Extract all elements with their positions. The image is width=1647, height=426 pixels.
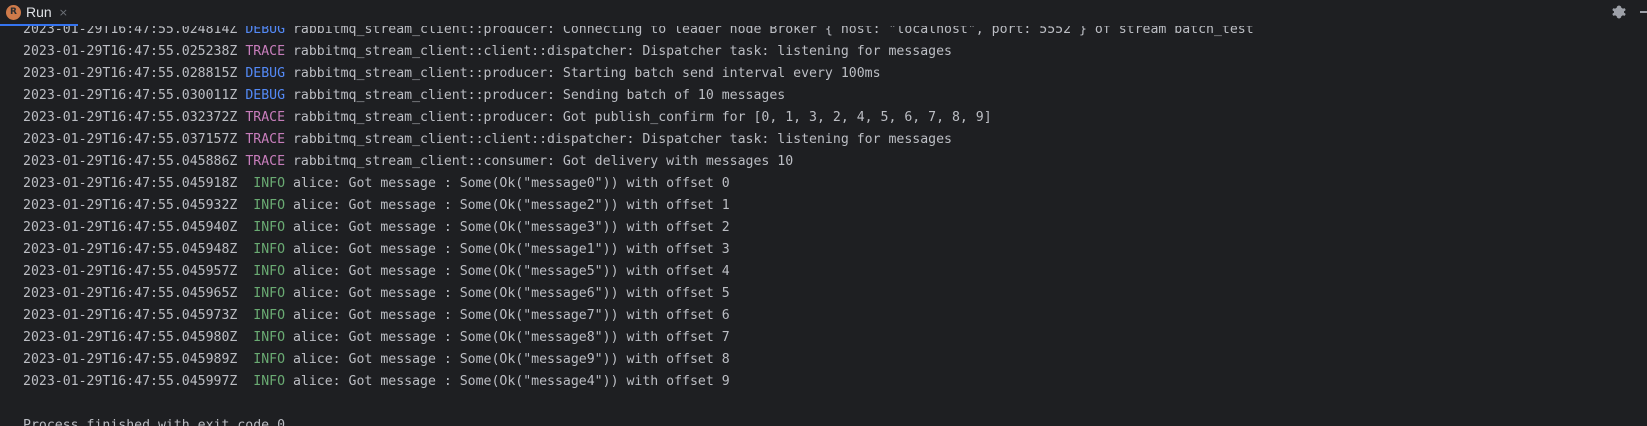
console-line: 2023-01-29T16:47:55.030011Z DEBUG rabbit…	[23, 85, 1254, 107]
console-line: 2023-01-29T16:47:55.045980Z INFO alice: …	[23, 327, 1254, 349]
log-level: INFO	[245, 330, 286, 345]
console-lines: 2023-01-29T16:47:55.024814Z DEBUG rabbit…	[23, 19, 1254, 426]
log-level: TRACE	[245, 110, 286, 125]
console-line: 2023-01-29T16:47:55.045997Z INFO alice: …	[23, 371, 1254, 393]
console-line: 2023-01-29T16:47:55.045932Z INFO alice: …	[23, 195, 1254, 217]
log-message: alice: Got message : Some(Ok("message6")…	[292, 286, 730, 301]
tab-run-label: Run	[26, 4, 52, 20]
log-message: alice: Got message : Some(Ok("message1")…	[292, 242, 730, 257]
console-line: 2023-01-29T16:47:55.032372Z TRACE rabbit…	[23, 107, 1254, 129]
log-level: INFO	[245, 264, 286, 279]
log-level: INFO	[245, 286, 286, 301]
console-line: 2023-01-29T16:47:55.028815Z DEBUG rabbit…	[23, 63, 1254, 85]
log-message: alice: Got message : Some(Ok("message9")…	[292, 352, 730, 367]
log-timestamp: 2023-01-29T16:47:55.028815Z	[23, 66, 238, 81]
tab-run[interactable]: R Run ×	[0, 0, 78, 26]
console-line: 2023-01-29T16:47:55.025238Z TRACE rabbit…	[23, 41, 1254, 63]
log-message: alice: Got message : Some(Ok("message3")…	[292, 220, 730, 235]
console-line: 2023-01-29T16:47:55.045989Z INFO alice: …	[23, 349, 1254, 371]
log-timestamp: 2023-01-29T16:47:55.045940Z	[23, 220, 238, 235]
console-line: 2023-01-29T16:47:55.045957Z INFO alice: …	[23, 261, 1254, 283]
log-message: alice: Got message : Some(Ok("message5")…	[292, 264, 730, 279]
log-timestamp: 2023-01-29T16:47:55.045918Z	[23, 176, 238, 191]
console-line: 2023-01-29T16:47:55.045973Z INFO alice: …	[23, 305, 1254, 327]
console-line: Process finished with exit code 0	[23, 415, 1254, 426]
log-message: rabbitmq_stream_client::client::dispatch…	[292, 44, 952, 59]
log-timestamp: 2023-01-29T16:47:55.037157Z	[23, 132, 238, 147]
console-line: 2023-01-29T16:47:55.037157Z TRACE rabbit…	[23, 129, 1254, 151]
log-message: rabbitmq_stream_client::producer: Sendin…	[292, 88, 786, 103]
log-level: INFO	[245, 242, 286, 257]
gear-icon[interactable]	[1611, 4, 1627, 20]
console-line: 2023-01-29T16:47:55.045940Z INFO alice: …	[23, 217, 1254, 239]
log-message: rabbitmq_stream_client::client::dispatch…	[292, 132, 952, 147]
minimize-icon[interactable]	[1640, 11, 1647, 13]
log-timestamp: 2023-01-29T16:47:55.025238Z	[23, 44, 238, 59]
log-timestamp: 2023-01-29T16:47:55.045948Z	[23, 242, 238, 257]
log-timestamp: 2023-01-29T16:47:55.045886Z	[23, 154, 238, 169]
log-level: INFO	[245, 352, 286, 367]
side-gutter	[0, 80, 8, 104]
log-message: rabbitmq_stream_client::consumer: Got de…	[292, 154, 794, 169]
process-exit-message: Process finished with exit code 0	[23, 418, 286, 426]
log-level: INFO	[245, 176, 286, 191]
rust-icon: R	[6, 4, 21, 20]
log-message: alice: Got message : Some(Ok("message0")…	[292, 176, 730, 191]
log-level: INFO	[245, 308, 286, 323]
log-level: TRACE	[245, 44, 286, 59]
log-message: alice: Got message : Some(Ok("message2")…	[292, 198, 730, 213]
log-timestamp: 2023-01-29T16:47:55.030011Z	[23, 88, 238, 103]
console-line: 2023-01-29T16:47:55.045918Z INFO alice: …	[23, 173, 1254, 195]
console-line: 2023-01-29T16:47:55.045886Z TRACE rabbit…	[23, 151, 1254, 173]
log-level: TRACE	[245, 132, 286, 147]
console-output[interactable]: 2023-01-29T16:47:55.024814Z DEBUG rabbit…	[0, 0, 1647, 426]
gutter-mark	[0, 80, 8, 104]
log-level: INFO	[245, 198, 286, 213]
console-line: 2023-01-29T16:47:55.045965Z INFO alice: …	[23, 283, 1254, 305]
log-message: alice: Got message : Some(Ok("message8")…	[292, 330, 730, 345]
run-tool-window-header: R Run ×	[0, 0, 1647, 26]
log-timestamp: 2023-01-29T16:47:55.045957Z	[23, 264, 238, 279]
log-timestamp: 2023-01-29T16:47:55.045997Z	[23, 374, 238, 389]
log-timestamp: 2023-01-29T16:47:55.045932Z	[23, 198, 238, 213]
log-level: INFO	[245, 220, 286, 235]
log-level: DEBUG	[245, 66, 286, 81]
log-message: alice: Got message : Some(Ok("message4")…	[292, 374, 730, 389]
log-level: TRACE	[245, 154, 286, 169]
log-message: alice: Got message : Some(Ok("message7")…	[292, 308, 730, 323]
console-line: 2023-01-29T16:47:55.045948Z INFO alice: …	[23, 239, 1254, 261]
log-message: rabbitmq_stream_client::producer: Starti…	[292, 66, 881, 81]
log-message: rabbitmq_stream_client::producer: Got pu…	[292, 110, 992, 125]
log-timestamp: 2023-01-29T16:47:55.045965Z	[23, 286, 238, 301]
log-timestamp: 2023-01-29T16:47:55.045973Z	[23, 308, 238, 323]
close-icon[interactable]: ×	[59, 6, 68, 19]
log-timestamp: 2023-01-29T16:47:55.032372Z	[23, 110, 238, 125]
log-timestamp: 2023-01-29T16:47:55.045989Z	[23, 352, 238, 367]
log-timestamp: 2023-01-29T16:47:55.045980Z	[23, 330, 238, 345]
log-level: INFO	[245, 374, 286, 389]
log-level: DEBUG	[245, 88, 286, 103]
